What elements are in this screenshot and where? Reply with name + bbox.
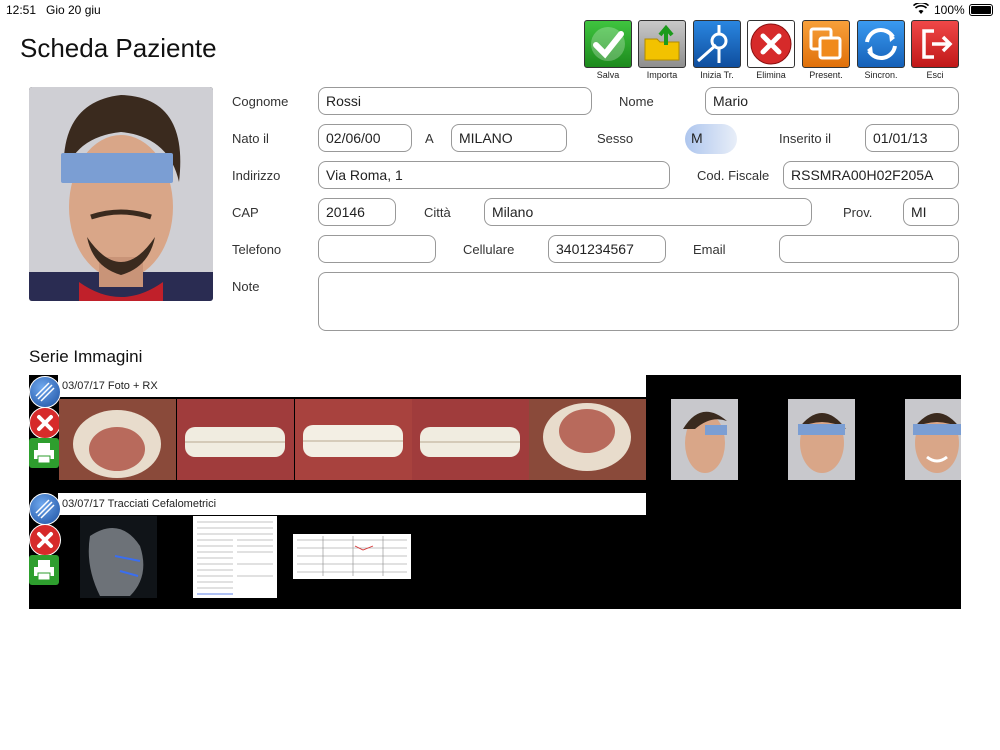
battery-percent: 100% [934, 3, 965, 17]
cognome-label: Cognome [232, 94, 289, 109]
status-time: 12:51 [6, 3, 37, 17]
document-thumbnail[interactable] [193, 516, 277, 598]
save-label: Salva [596, 70, 620, 80]
photo-thumbnail[interactable] [59, 399, 176, 480]
edit-series-icon[interactable] [29, 376, 61, 408]
delete-button[interactable]: Elimina [747, 20, 795, 80]
series-title-1: 03/07/17 Foto + RX [58, 375, 646, 397]
photo-thumbnail[interactable] [295, 399, 412, 480]
cap-field[interactable]: 20146 [318, 198, 396, 226]
sex-value: M [691, 130, 703, 146]
sync-button[interactable]: Sincron. [857, 20, 905, 80]
presentation-icon [802, 20, 850, 68]
image-gallery: 03/07/17 Foto + RX 03/07/17 Tracciati Ce… [29, 375, 961, 609]
nato-label: Nato il [232, 131, 269, 146]
birthdate-field[interactable]: 02/06/00 [318, 124, 412, 152]
phone-field[interactable] [318, 235, 436, 263]
city-field[interactable]: Milano [484, 198, 812, 226]
delete-label: Elimina [756, 70, 786, 80]
exit-label: Esci [926, 70, 944, 80]
presentation-button[interactable]: Present. [802, 20, 850, 80]
exit-icon [911, 20, 959, 68]
email-label: Email [693, 242, 726, 257]
exit-button[interactable]: Esci [911, 20, 959, 80]
start-treatment-button[interactable]: Inizia Tr. [693, 20, 741, 80]
inserito-label: Inserito il [779, 131, 832, 146]
check-icon [584, 20, 632, 68]
battery-icon [969, 4, 993, 16]
cap-label: CAP [232, 205, 259, 220]
series-title-2: 03/07/17 Tracciati Cefalometrici [58, 493, 646, 515]
indirizzo-label: Indirizzo [232, 168, 281, 183]
address-field[interactable]: Via Roma, 1 [318, 161, 670, 189]
city-label: Città [424, 205, 451, 220]
start-treatment-icon [693, 20, 741, 68]
delete-icon [747, 20, 795, 68]
note-field[interactable] [318, 272, 959, 331]
sync-icon [857, 20, 905, 68]
edit-series-icon[interactable] [29, 493, 61, 525]
tax-code-label: Cod. Fiscale [697, 168, 770, 183]
sync-label: Sincron. [864, 70, 898, 80]
import-label: Importa [646, 70, 678, 80]
print-series-icon[interactable] [29, 438, 59, 468]
wifi-icon [912, 1, 930, 15]
start-treatment-label: Inizia Tr. [700, 70, 734, 80]
cognome-field[interactable]: Rossi [318, 87, 592, 115]
xray-thumbnail[interactable] [80, 516, 157, 598]
page-title: Scheda Paziente [20, 33, 217, 63]
patient-photo[interactable] [29, 87, 213, 301]
nome-field[interactable]: Mario [705, 87, 959, 115]
birthplace-label: A [425, 131, 434, 146]
delete-series-icon[interactable] [29, 407, 61, 439]
tax-code-field[interactable]: RSSMRA00H02F205A [783, 161, 959, 189]
delete-series-icon[interactable] [29, 524, 61, 556]
mobile-label: Cellulare [463, 242, 515, 257]
photo-thumbnail[interactable] [529, 399, 646, 480]
province-field[interactable]: MI [903, 198, 959, 226]
photo-thumbnail[interactable] [788, 399, 855, 480]
series-title: Serie Immagini [29, 347, 143, 366]
photo-thumbnail[interactable] [671, 399, 738, 480]
nome-label: Nome [619, 94, 654, 109]
inserted-date-field[interactable]: 01/01/13 [865, 124, 959, 152]
status-date: Gio 20 giu [46, 3, 101, 17]
folder-import-icon [638, 20, 686, 68]
phone-label: Telefono [232, 242, 282, 257]
sesso-label: Sesso [597, 131, 634, 146]
photo-thumbnail[interactable] [177, 399, 294, 480]
email-field[interactable] [779, 235, 959, 263]
save-button[interactable]: Salva [584, 20, 632, 80]
import-button[interactable]: Importa [638, 20, 686, 80]
mobile-field[interactable]: 3401234567 [548, 235, 666, 263]
photo-thumbnail[interactable] [905, 399, 961, 480]
document-thumbnail[interactable] [293, 534, 411, 579]
birthplace-field[interactable]: MILANO [451, 124, 567, 152]
note-label: Note [232, 279, 260, 294]
sex-toggle[interactable]: M [685, 124, 749, 154]
presentation-label: Present. [809, 70, 843, 80]
print-series-icon[interactable] [29, 555, 59, 585]
province-label: Prov. [843, 205, 873, 220]
photo-thumbnail[interactable] [412, 399, 529, 480]
